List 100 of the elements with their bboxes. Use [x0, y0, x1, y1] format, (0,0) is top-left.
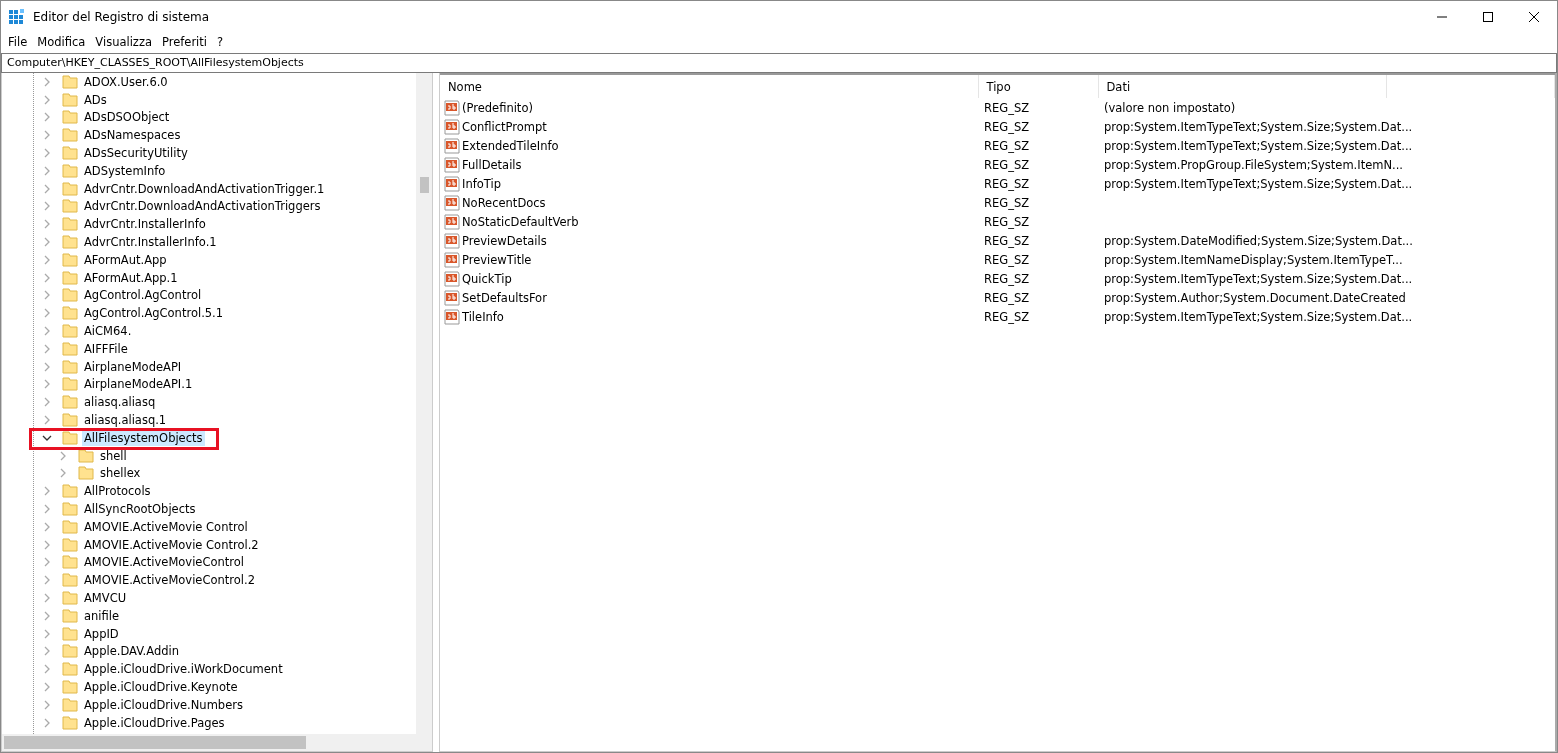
tree-item[interactable]: ADsDSOObject — [82, 109, 172, 126]
column-header[interactable]: Tipo — [978, 74, 1098, 98]
expand-chevron-icon[interactable] — [42, 521, 52, 532]
tree-item[interactable]: Apple.iCloudDrive.Pages — [82, 714, 227, 731]
tree-item[interactable]: ADs — [82, 91, 109, 108]
expand-chevron-icon[interactable] — [42, 219, 52, 230]
table-cell[interactable]: ExtendedTileInfo — [462, 138, 559, 153]
table-cell[interactable]: FullDetails — [462, 157, 522, 172]
tree-item[interactable]: ADOX.User.6.0 — [82, 73, 170, 90]
expand-chevron-icon[interactable] — [42, 148, 52, 159]
tree-item[interactable]: Apple.DAV.Addin — [82, 643, 181, 660]
tree-item[interactable]: AiCM64. — [82, 323, 134, 340]
tree-item[interactable]: Apple.iCloudDrive.Keynote — [82, 679, 240, 695]
expand-chevron-icon[interactable] — [42, 610, 52, 621]
tree-item[interactable]: AgControl.AgControl.5.1 — [82, 305, 226, 322]
expand-chevron-icon[interactable] — [42, 646, 52, 657]
tree-item[interactable]: ADsNamespaces — [82, 127, 183, 144]
tree-item[interactable]: shellex — [98, 465, 143, 482]
tree-item[interactable]: AFormAut.App — [82, 251, 169, 268]
table-cell[interactable]: (Predefinito) — [462, 100, 533, 115]
tree-item[interactable]: ADSystemInfo — [82, 162, 168, 179]
expand-chevron-icon[interactable] — [42, 254, 52, 265]
tree-item[interactable]: AdvrCntr.DownloadAndActivationTrigger.1 — [82, 180, 327, 197]
expand-chevron-icon[interactable] — [58, 450, 68, 461]
table-cell[interactable]: PreviewDetails — [462, 233, 547, 248]
column-header[interactable]: Nome — [440, 74, 978, 98]
expand-chevron-icon[interactable] — [42, 557, 52, 568]
tree-item[interactable]: AdvrCntr.InstallerInfo — [82, 216, 208, 233]
expand-chevron-icon[interactable] — [42, 237, 52, 248]
expand-chevron-icon[interactable] — [42, 290, 52, 301]
table-cell[interactable]: NoRecentDocs — [462, 195, 546, 210]
expand-chevron-icon[interactable] — [42, 415, 52, 426]
expand-chevron-icon[interactable] — [58, 468, 68, 479]
expand-chevron-icon[interactable] — [42, 308, 52, 319]
table-cell[interactable]: NoStaticDefaultVerb — [462, 214, 579, 229]
expand-chevron-icon[interactable] — [42, 379, 52, 390]
expand-chevron-icon[interactable] — [42, 201, 52, 212]
column-header[interactable]: Dati — [1098, 74, 1386, 98]
expand-chevron-icon[interactable] — [42, 272, 52, 283]
tree-item[interactable]: AFormAut.App.1 — [82, 269, 180, 286]
expand-chevron-icon[interactable] — [42, 664, 52, 675]
horizontal-scrollbar[interactable] — [2, 734, 432, 751]
tree-item[interactable]: AMOVIE.ActiveMovieControl — [82, 554, 246, 571]
expand-chevron-icon[interactable] — [42, 112, 52, 123]
table-cell[interactable]: TileInfo — [462, 309, 504, 324]
expand-chevron-icon[interactable] — [42, 183, 52, 194]
vertical-scrollbar[interactable] — [416, 73, 432, 734]
expand-chevron-icon[interactable] — [42, 130, 52, 141]
table-cell[interactable]: InfoTip — [462, 176, 501, 191]
expand-chevron-icon[interactable] — [42, 699, 52, 710]
tree-item[interactable]: AllSyncRootObjects — [82, 501, 198, 517]
string-value-icon — [444, 232, 460, 249]
folder-icon — [62, 395, 78, 410]
tree-item[interactable]: Apple.iCloudDrive.iWorkDocument — [82, 661, 285, 678]
tree-item[interactable]: AMVCU — [82, 590, 129, 606]
menu-item[interactable]: Modifica — [32, 35, 91, 49]
expand-chevron-icon[interactable] — [42, 397, 52, 408]
expand-chevron-icon[interactable] — [42, 575, 52, 586]
folder-icon — [62, 626, 78, 641]
tree-item[interactable]: AllProtocols — [82, 483, 153, 500]
table-cell[interactable]: PreviewTitle — [462, 252, 532, 267]
tree-item[interactable]: AMOVIE.ActiveMovie Control.2 — [82, 536, 261, 553]
expand-chevron-icon[interactable] — [42, 94, 52, 105]
expand-chevron-icon[interactable] — [42, 343, 52, 354]
menu-item[interactable]: Visualizza — [90, 35, 157, 49]
expand-chevron-icon[interactable] — [42, 361, 52, 372]
expand-chevron-icon[interactable] — [42, 628, 52, 639]
tree-item[interactable]: AMOVIE.ActiveMovieControl.2 — [82, 572, 257, 589]
expand-chevron-icon[interactable] — [42, 326, 52, 337]
tree-item[interactable]: AirplaneModeAPI — [82, 358, 184, 375]
tree-item[interactable]: AMOVIE.ActiveMovie Control — [82, 518, 250, 535]
tree-item[interactable]: shell — [98, 447, 129, 464]
tree-item[interactable]: aliasq.aliasq.1 — [82, 412, 169, 429]
folder-icon — [62, 519, 78, 534]
menu-item[interactable]: ? — [212, 35, 229, 49]
tree-item[interactable]: Apple.iCloudDrive.Numbers — [82, 696, 245, 713]
table-cell[interactable]: QuickTip — [462, 271, 512, 286]
address-bar[interactable]: Computer\HKEY_CLASSES_ROOT\AllFilesystemObjects — [1, 53, 1557, 73]
table-cell[interactable]: SetDefaultsFor — [462, 290, 547, 305]
tree-item[interactable]: AppID — [82, 625, 121, 642]
expand-chevron-icon[interactable] — [42, 539, 52, 550]
menu-item[interactable]: Preferiti — [157, 35, 213, 49]
expand-chevron-icon[interactable] — [42, 682, 52, 692]
expand-chevron-icon[interactable] — [42, 593, 52, 603]
expand-chevron-icon[interactable] — [42, 486, 52, 497]
tree-item[interactable]: AirplaneModeAPI.1 — [82, 376, 195, 393]
folder-icon — [62, 199, 78, 214]
tree-item[interactable]: ADsSecurityUtility — [82, 145, 190, 162]
table-cell[interactable]: ConflictPrompt — [462, 119, 547, 134]
tree-item[interactable]: AdvrCntr.DownloadAndActivationTriggers — [82, 198, 323, 215]
expand-chevron-icon[interactable] — [42, 76, 52, 87]
tree-item[interactable]: anifile — [82, 607, 122, 624]
menu-item[interactable]: File — [3, 35, 33, 49]
expand-chevron-icon[interactable] — [42, 504, 52, 514]
expand-chevron-icon[interactable] — [42, 165, 52, 176]
tree-item[interactable]: AIFFFile — [82, 340, 130, 357]
tree-item[interactable]: AdvrCntr.InstallerInfo.1 — [82, 234, 219, 251]
tree-item[interactable]: AgControl.AgControl — [82, 287, 204, 304]
tree-item[interactable]: aliasq.aliasq — [82, 394, 158, 411]
expand-chevron-icon[interactable] — [42, 717, 52, 728]
